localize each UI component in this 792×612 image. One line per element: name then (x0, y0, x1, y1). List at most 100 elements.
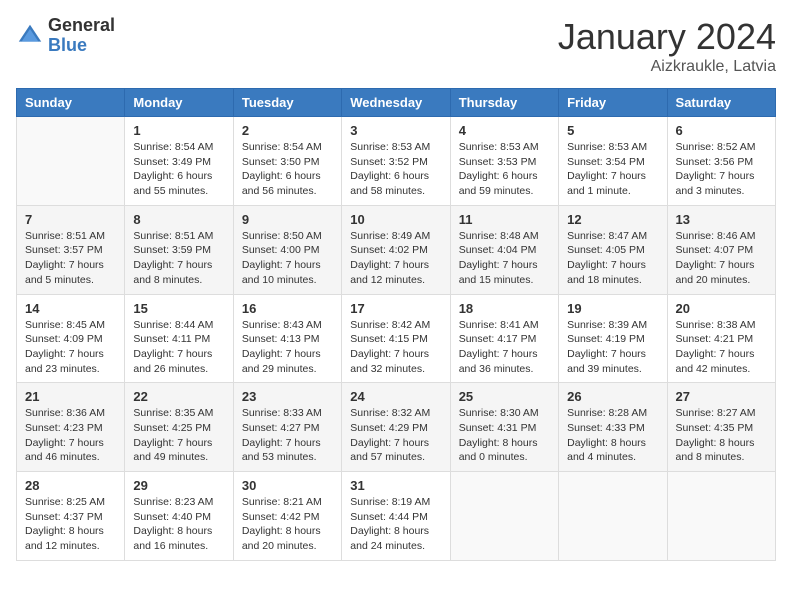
day-info: Sunrise: 8:25 AMSunset: 4:37 PMDaylight:… (25, 495, 116, 554)
calendar-header: SundayMondayTuesdayWednesdayThursdayFrid… (17, 89, 776, 117)
calendar-cell (559, 472, 667, 561)
day-number: 10 (350, 212, 441, 227)
day-info: Sunrise: 8:41 AMSunset: 4:17 PMDaylight:… (459, 318, 550, 377)
calendar-cell: 5 Sunrise: 8:53 AMSunset: 3:54 PMDaylight… (559, 117, 667, 206)
calendar-cell: 27 Sunrise: 8:27 AMSunset: 4:35 PMDayligh… (667, 383, 775, 472)
day-number: 28 (25, 478, 116, 493)
day-info: Sunrise: 8:53 AMSunset: 3:52 PMDaylight:… (350, 140, 441, 199)
calendar-cell: 9 Sunrise: 8:50 AMSunset: 4:00 PMDaylight… (233, 205, 341, 294)
calendar-cell: 3 Sunrise: 8:53 AMSunset: 3:52 PMDaylight… (342, 117, 450, 206)
day-info: Sunrise: 8:38 AMSunset: 4:21 PMDaylight:… (676, 318, 767, 377)
calendar-cell: 14 Sunrise: 8:45 AMSunset: 4:09 PMDayligh… (17, 294, 125, 383)
day-info: Sunrise: 8:27 AMSunset: 4:35 PMDaylight:… (676, 406, 767, 465)
day-info: Sunrise: 8:19 AMSunset: 4:44 PMDaylight:… (350, 495, 441, 554)
day-info: Sunrise: 8:33 AMSunset: 4:27 PMDaylight:… (242, 406, 333, 465)
day-info: Sunrise: 8:44 AMSunset: 4:11 PMDaylight:… (133, 318, 224, 377)
day-info: Sunrise: 8:54 AMSunset: 3:50 PMDaylight:… (242, 140, 333, 199)
day-number: 31 (350, 478, 441, 493)
day-info: Sunrise: 8:39 AMSunset: 4:19 PMDaylight:… (567, 318, 658, 377)
day-number: 26 (567, 389, 658, 404)
subtitle: Aizkraukle, Latvia (558, 58, 776, 76)
day-number: 30 (242, 478, 333, 493)
calendar-cell: 19 Sunrise: 8:39 AMSunset: 4:19 PMDayligh… (559, 294, 667, 383)
weekday-header-friday: Friday (559, 89, 667, 117)
day-number: 16 (242, 301, 333, 316)
day-info: Sunrise: 8:50 AMSunset: 4:00 PMDaylight:… (242, 229, 333, 288)
calendar-cell: 28 Sunrise: 8:25 AMSunset: 4:37 PMDayligh… (17, 472, 125, 561)
main-title: January 2024 (558, 16, 776, 58)
logo-general: General (48, 16, 115, 36)
calendar-cell: 12Sunrise: 8:47 AMSunset: 4:05 PMDayligh… (559, 205, 667, 294)
calendar-cell: 15 Sunrise: 8:44 AMSunset: 4:11 PMDayligh… (125, 294, 233, 383)
day-info: Sunrise: 8:23 AMSunset: 4:40 PMDaylight:… (133, 495, 224, 554)
day-number: 8 (133, 212, 224, 227)
calendar-cell: 24 Sunrise: 8:32 AMSunset: 4:29 PMDayligh… (342, 383, 450, 472)
day-number: 3 (350, 123, 441, 138)
calendar-cell: 13Sunrise: 8:46 AMSunset: 4:07 PMDayligh… (667, 205, 775, 294)
day-info: Sunrise: 8:32 AMSunset: 4:29 PMDaylight:… (350, 406, 441, 465)
calendar-cell: 25Sunrise: 8:30 AMSunset: 4:31 PMDayligh… (450, 383, 558, 472)
day-number: 14 (25, 301, 116, 316)
title-area: January 2024 Aizkraukle, Latvia (558, 16, 776, 76)
calendar-cell: 17 Sunrise: 8:42 AMSunset: 4:15 PMDayligh… (342, 294, 450, 383)
day-number: 13 (676, 212, 767, 227)
calendar-cell: 4 Sunrise: 8:53 AMSunset: 3:53 PMDaylight… (450, 117, 558, 206)
weekday-header-saturday: Saturday (667, 89, 775, 117)
day-info: Sunrise: 8:51 AMSunset: 3:57 PMDaylight:… (25, 229, 116, 288)
day-number: 6 (676, 123, 767, 138)
calendar-cell (667, 472, 775, 561)
day-number: 29 (133, 478, 224, 493)
day-info: Sunrise: 8:53 AMSunset: 3:54 PMDaylight:… (567, 140, 658, 199)
calendar-cell: 1Sunrise: 8:54 AMSunset: 3:49 PMDaylight… (125, 117, 233, 206)
calendar-cell: 6 Sunrise: 8:52 AMSunset: 3:56 PMDaylight… (667, 117, 775, 206)
calendar-cell: 21 Sunrise: 8:36 AMSunset: 4:23 PMDayligh… (17, 383, 125, 472)
day-number: 27 (676, 389, 767, 404)
calendar-cell: 23 Sunrise: 8:33 AMSunset: 4:27 PMDayligh… (233, 383, 341, 472)
day-info: Sunrise: 8:45 AMSunset: 4:09 PMDaylight:… (25, 318, 116, 377)
day-number: 11 (459, 212, 550, 227)
day-number: 19 (567, 301, 658, 316)
day-number: 15 (133, 301, 224, 316)
calendar-week-row: 7 Sunrise: 8:51 AMSunset: 3:57 PMDaylight… (17, 205, 776, 294)
day-number: 17 (350, 301, 441, 316)
day-info: Sunrise: 8:42 AMSunset: 4:15 PMDaylight:… (350, 318, 441, 377)
page-header: General Blue January 2024 Aizkraukle, La… (16, 16, 776, 76)
calendar-cell: 31 Sunrise: 8:19 AMSunset: 4:44 PMDayligh… (342, 472, 450, 561)
calendar-cell: 8 Sunrise: 8:51 AMSunset: 3:59 PMDaylight… (125, 205, 233, 294)
weekday-header-thursday: Thursday (450, 89, 558, 117)
calendar-cell (450, 472, 558, 561)
calendar-cell: 11Sunrise: 8:48 AMSunset: 4:04 PMDayligh… (450, 205, 558, 294)
calendar-table: SundayMondayTuesdayWednesdayThursdayFrid… (16, 88, 776, 561)
calendar-cell: 26 Sunrise: 8:28 AMSunset: 4:33 PMDayligh… (559, 383, 667, 472)
weekday-header-row: SundayMondayTuesdayWednesdayThursdayFrid… (17, 89, 776, 117)
day-info: Sunrise: 8:43 AMSunset: 4:13 PMDaylight:… (242, 318, 333, 377)
day-info: Sunrise: 8:47 AMSunset: 4:05 PMDaylight:… (567, 229, 658, 288)
calendar-cell: 18Sunrise: 8:41 AMSunset: 4:17 PMDayligh… (450, 294, 558, 383)
day-info: Sunrise: 8:28 AMSunset: 4:33 PMDaylight:… (567, 406, 658, 465)
day-number: 4 (459, 123, 550, 138)
day-number: 24 (350, 389, 441, 404)
calendar-week-row: 1Sunrise: 8:54 AMSunset: 3:49 PMDaylight… (17, 117, 776, 206)
calendar-body: 1Sunrise: 8:54 AMSunset: 3:49 PMDaylight… (17, 117, 776, 561)
logo-blue: Blue (48, 36, 115, 56)
calendar-week-row: 21 Sunrise: 8:36 AMSunset: 4:23 PMDayligh… (17, 383, 776, 472)
day-info: Sunrise: 8:52 AMSunset: 3:56 PMDaylight:… (676, 140, 767, 199)
day-number: 2 (242, 123, 333, 138)
calendar-cell: 30 Sunrise: 8:21 AMSunset: 4:42 PMDayligh… (233, 472, 341, 561)
calendar-cell: 20 Sunrise: 8:38 AMSunset: 4:21 PMDayligh… (667, 294, 775, 383)
day-info: Sunrise: 8:53 AMSunset: 3:53 PMDaylight:… (459, 140, 550, 199)
day-number: 20 (676, 301, 767, 316)
day-number: 21 (25, 389, 116, 404)
day-info: Sunrise: 8:51 AMSunset: 3:59 PMDaylight:… (133, 229, 224, 288)
day-number: 5 (567, 123, 658, 138)
calendar-cell: 29 Sunrise: 8:23 AMSunset: 4:40 PMDayligh… (125, 472, 233, 561)
weekday-header-wednesday: Wednesday (342, 89, 450, 117)
calendar-week-row: 28 Sunrise: 8:25 AMSunset: 4:37 PMDayligh… (17, 472, 776, 561)
weekday-header-monday: Monday (125, 89, 233, 117)
day-info: Sunrise: 8:35 AMSunset: 4:25 PMDaylight:… (133, 406, 224, 465)
day-number: 7 (25, 212, 116, 227)
day-number: 23 (242, 389, 333, 404)
day-info: Sunrise: 8:36 AMSunset: 4:23 PMDaylight:… (25, 406, 116, 465)
day-number: 9 (242, 212, 333, 227)
day-info: Sunrise: 8:21 AMSunset: 4:42 PMDaylight:… (242, 495, 333, 554)
